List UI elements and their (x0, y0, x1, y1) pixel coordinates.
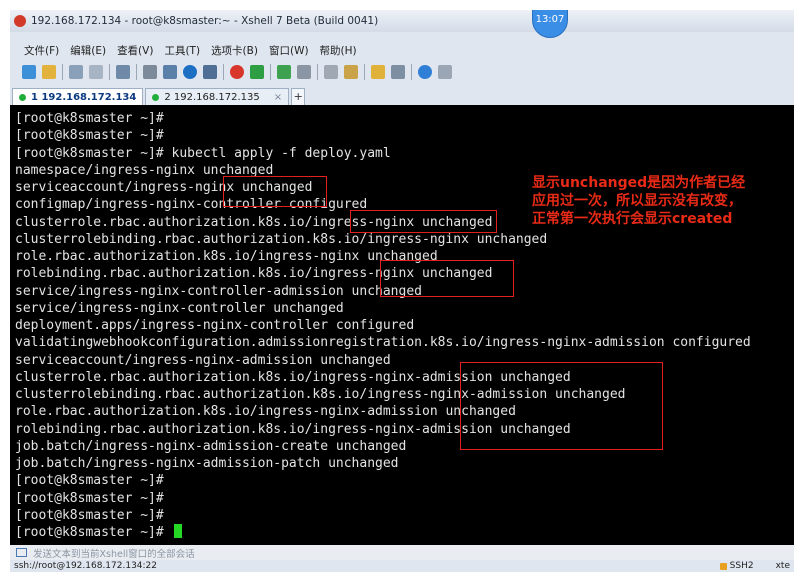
protocol-label: SSH2 (729, 561, 754, 571)
toolbar-separator (109, 64, 110, 80)
status-right: SSH2 xte (719, 560, 790, 572)
highlight-box (223, 176, 327, 207)
xshell-window: 192.168.172.134 - root@k8smaster:~ - Xsh… (10, 10, 794, 572)
highlight-box (350, 210, 497, 233)
lock-icon[interactable] (297, 65, 311, 79)
compose-input-placeholder[interactable]: 发送文本到当前Xshell窗口的全部会话 (33, 546, 195, 560)
menu-tools[interactable]: 工具(T) (164, 43, 200, 58)
terminal-line: job.batch/ingress-nginx-admission-patch … (15, 456, 399, 471)
find-icon[interactable] (143, 65, 157, 79)
annotation-line: 应用过一次，所以显示没有改变， (532, 193, 742, 209)
connect-icon[interactable] (69, 65, 83, 79)
script-icon[interactable] (344, 65, 358, 79)
fullscreen-icon[interactable] (277, 65, 291, 79)
keyboard-icon[interactable] (324, 65, 338, 79)
tab-session-2[interactable]: 2 192.168.172.135 × (145, 88, 290, 105)
xshell-app-icon (14, 15, 26, 27)
tab-label: 1 192.168.172.134 (31, 91, 137, 103)
compose-window-icon (16, 548, 27, 557)
color-scheme-icon[interactable] (183, 65, 197, 79)
terminal-line: [root@k8smaster ~]# (15, 128, 164, 144)
window-title: 192.168.172.134 - root@k8smaster:~ - Xsh… (31, 15, 379, 27)
close-tab-icon[interactable]: × (274, 92, 282, 103)
add-tab-button[interactable]: + (291, 88, 306, 105)
compose-bar[interactable]: 发送文本到当前Xshell窗口的全部会话 (10, 545, 794, 560)
terminal-line: [root@k8smaster ~]# (15, 507, 164, 523)
status-bar: ssh://root@192.168.172.134:22 SSH2 xte (10, 560, 794, 572)
annotation-line: 显示unchanged是因为作者已经 (532, 175, 746, 191)
menu-bar: 文件(F) 编辑(E) 查看(V) 工具(T) 选项卡(B) 窗口(W) 帮助(… (10, 42, 794, 58)
terminal-prompt-line: [root@k8smaster ~]# (15, 524, 751, 541)
menu-tabs[interactable]: 选项卡(B) (211, 43, 258, 58)
toolbar-separator (270, 64, 271, 80)
menu-edit[interactable]: 编辑(E) (70, 43, 106, 58)
clock-badge: 13:07 (532, 10, 568, 38)
highlight-box (460, 362, 663, 450)
reconnect-icon[interactable] (116, 65, 130, 79)
toolbar-separator (223, 64, 224, 80)
disconnect-icon[interactable] (89, 65, 103, 79)
menu-file[interactable]: 文件(F) (24, 43, 59, 58)
record-icon[interactable] (250, 65, 264, 79)
copy-icon[interactable] (163, 65, 177, 79)
tab-session-1[interactable]: 1 192.168.172.134 (12, 88, 144, 105)
connected-status-icon (152, 93, 160, 101)
toolbar-separator (136, 64, 137, 80)
terminal-cursor (173, 524, 182, 538)
toolbar-separator (62, 64, 63, 80)
chat-icon[interactable] (438, 65, 452, 79)
tab-label: 2 192.168.172.135 (164, 91, 260, 103)
session-tab-bar: 1 192.168.172.134 2 192.168.172.135 × + (10, 87, 794, 105)
terminal-line: [root@k8smaster ~]# kubectl apply -f dep… (15, 145, 391, 161)
terminal-line: [root@k8smaster ~]# (15, 490, 164, 506)
open-folder-icon[interactable] (42, 65, 56, 79)
terminal-line: validatingwebhookconfiguration.admission… (15, 335, 751, 351)
new-session-icon[interactable] (22, 65, 36, 79)
terminal-area[interactable]: [root@k8smaster ~]# [root@k8smaster ~]# … (10, 105, 794, 545)
annotation-line: 正常第一次执行会显示created (532, 211, 733, 227)
menu-view[interactable]: 查看(V) (117, 43, 153, 58)
terminal-line: clusterrolebinding.rbac.authorization.k8… (15, 231, 548, 247)
menu-window[interactable]: 窗口(W) (269, 43, 309, 58)
font-icon[interactable] (203, 65, 217, 79)
terminal-line: service/ingress-nginx-controller unchang… (15, 300, 344, 316)
prompt-text: [root@k8smaster ~]# (15, 525, 172, 540)
connection-address: ssh://root@192.168.172.134:22 (14, 561, 158, 571)
xftp-icon[interactable] (230, 65, 244, 79)
annotation-note: 显示unchanged是因为作者已经 应用过一次，所以显示没有改变， 正常第一次… (532, 174, 782, 228)
help-icon[interactable] (418, 65, 432, 79)
terminal-type-label: xte (775, 561, 790, 571)
secure-lock-icon (719, 562, 727, 570)
toolbar (10, 60, 794, 84)
highlight-box (380, 260, 514, 297)
toolbar-separator (364, 64, 365, 80)
connected-status-icon (19, 93, 26, 101)
toolbar-separator (317, 64, 318, 80)
toolbar-separator (411, 64, 412, 80)
transfer-icon[interactable] (371, 65, 385, 79)
terminal-line: deployment.apps/ingress-nginx-controller… (15, 318, 415, 333)
terminal-line: [root@k8smaster ~]# (15, 111, 164, 126)
title-bar[interactable]: 192.168.172.134 - root@k8smaster:~ - Xsh… (10, 10, 794, 38)
menu-help[interactable]: 帮助(H) (320, 43, 357, 58)
layout-icon[interactable] (391, 65, 405, 79)
terminal-line: [root@k8smaster ~]# (15, 473, 164, 489)
